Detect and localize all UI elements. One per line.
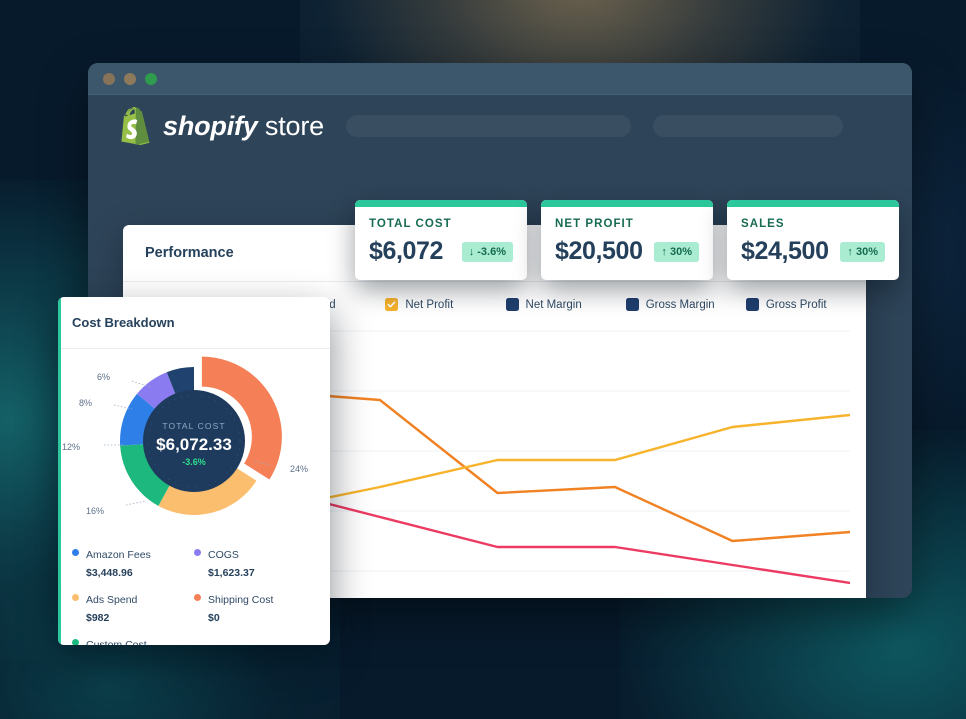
cost-legend-item[interactable]: Custom Cost$18	[72, 635, 194, 645]
cost-legend-item[interactable]: Amazon Fees $3,448.96	[72, 545, 194, 581]
cost-legend-name: Shipping Cost	[208, 594, 274, 607]
cost-legend-value: $0	[208, 612, 220, 625]
cost-legend-value: $1,623.37	[208, 567, 255, 579]
donut-percent-label: 8%	[79, 398, 92, 408]
legend-checkbox-icon[interactable]	[505, 298, 519, 311]
legend-color-dot	[72, 594, 79, 602]
status-badge: ↑ 30%	[654, 241, 699, 262]
kpi-label: NET PROFIT	[555, 218, 634, 230]
cost-breakdown-header: Cost Breakdown	[58, 297, 330, 349]
cost-legend-name: Ads Spend	[86, 594, 138, 607]
kpi-card[interactable]: TOTAL COST $6,072 ↓ -3.6%	[355, 200, 527, 280]
legend-checkbox-icon[interactable]	[385, 298, 399, 311]
kpi-card[interactable]: NET PROFIT $20,500 ↑ 30%	[541, 200, 713, 280]
donut-chart-canvas: TOTAL COST $6,072.33 -3.6% 24% 16% 12% 8% 6%	[62, 356, 308, 516]
cost-breakdown-legend: Amazon Fees $3,448.96 COGS $1,623.37 Ads Spe…	[58, 535, 330, 645]
legend-color-dot	[72, 549, 79, 556]
donut-center-delta: -3.6%	[182, 457, 206, 467]
close-dot[interactable]	[103, 72, 115, 85]
brand-name-light: store	[264, 110, 324, 141]
maximize-dot[interactable]	[145, 72, 157, 85]
kpi-accent-bar	[541, 200, 713, 207]
legend-label: Gross Profit	[765, 298, 827, 311]
status-badge: ↑ 30%	[840, 241, 885, 262]
legend-label: Net Profit	[405, 298, 454, 311]
legend-label: Gross Margin	[645, 298, 715, 311]
brand-name: shopify store	[163, 111, 324, 142]
cost-legend-item[interactable]: Ads Spend $982	[72, 590, 194, 626]
cost-breakdown-title: Cost Breakdown	[72, 315, 175, 330]
legend-color-dot	[194, 594, 201, 602]
donut-chart: TOTAL COST $6,072.33 -3.6% 24% 16% 12% 8% 6%	[58, 353, 330, 535]
brand-logo[interactable]: shopify store	[118, 107, 324, 145]
donut-percent-label: 16%	[86, 506, 104, 516]
donut-callout-line	[125, 500, 147, 506]
donut-percent-label: 24%	[290, 464, 308, 474]
kpi-accent-bar	[727, 200, 899, 207]
legend-label: Net Margin	[525, 298, 582, 311]
kpi-value: $24,500	[741, 237, 829, 265]
minimize-dot[interactable]	[124, 72, 136, 85]
legend-item-net-profit[interactable]: Net Profit	[385, 298, 505, 311]
kpi-card-row: TOTAL COST $6,072 ↓ -3.6% NET PROFIT $20,500…	[355, 200, 899, 280]
cost-legend-item[interactable]: Shipping Cost $0	[194, 590, 316, 626]
donut-percent-label: 12%	[62, 442, 80, 452]
kpi-value: $20,500	[555, 237, 643, 265]
cost-legend-name: Amazon Fees	[86, 549, 151, 561]
cost-legend-value: $3,448.96	[86, 567, 133, 579]
kpi-label: TOTAL COST	[369, 218, 452, 230]
shopify-bag-icon	[121, 107, 150, 145]
window-titlebar	[88, 63, 912, 95]
legend-item-gross-margin[interactable]: Gross Margin	[625, 298, 746, 311]
legend-color-dot	[72, 639, 79, 645]
cost-legend-item[interactable]: COGS $1,623.37	[194, 545, 316, 581]
donut-center-value: $6,072.33	[156, 435, 232, 454]
legend-item-net-margin[interactable]: Net Margin	[505, 298, 626, 311]
app-navbar: shopify store	[88, 95, 912, 157]
kpi-label: SALES	[741, 218, 785, 230]
kpi-card[interactable]: SALES $24,500 ↑ 30%	[727, 200, 899, 280]
legend-checkbox-icon[interactable]	[745, 298, 759, 311]
secondary-search-input[interactable]	[652, 115, 843, 137]
donut-percent-label: 6%	[97, 372, 110, 382]
dashboard-scene: shopify store Performance RevenueAd Spen…	[0, 0, 966, 719]
kpi-accent-bar	[355, 200, 527, 207]
legend-checkbox-icon[interactable]	[625, 298, 639, 311]
donut-center-label: TOTAL COST	[162, 421, 225, 431]
kpi-value: $6,072	[369, 237, 444, 265]
cost-legend-name: COGS	[208, 549, 239, 561]
search-input[interactable]	[345, 115, 631, 137]
brand-name-bold: shopify	[163, 110, 258, 141]
cost-breakdown-card: Cost Breakdown TOTAL COST $6,072.33 -3.6% 2…	[58, 297, 330, 645]
legend-item-gross-profit[interactable]: Gross Profit	[745, 298, 866, 311]
status-badge: ↓ -3.6%	[461, 241, 513, 262]
cost-legend-name: Custom Cost	[86, 639, 147, 645]
page-title: Performance	[145, 245, 234, 261]
cost-legend-value: $982	[86, 612, 110, 625]
legend-color-dot	[194, 549, 201, 556]
